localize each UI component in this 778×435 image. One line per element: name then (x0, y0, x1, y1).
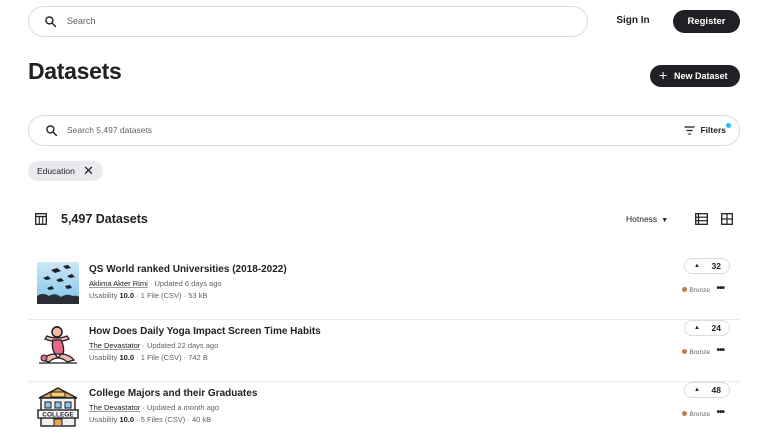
sort-label: Hotness (626, 214, 658, 224)
vote-count: 48 (711, 385, 721, 395)
more-options-icon[interactable]: ••• (716, 407, 724, 418)
dataset-row[interactable]: How Does Daily Yoga Impact Screen Time H… (28, 320, 740, 382)
vote-count: 32 (711, 261, 721, 271)
global-search-bar[interactable]: Search (28, 6, 588, 37)
bronze-medal-icon (682, 349, 688, 354)
global-search-placeholder: Search (67, 16, 96, 26)
graduation-caps-icon (37, 262, 79, 304)
dataset-row[interactable]: COLLEGE College Majors and their Graduat… (28, 382, 740, 435)
results-count: 5,497 Datasets (61, 212, 148, 226)
filter-active-dot (726, 123, 731, 128)
usability-score: 10.0 (119, 291, 135, 300)
close-icon[interactable]: ✕ (83, 161, 94, 180)
dataset-updated: · Updated a month ago (142, 403, 220, 412)
list-view-icon[interactable] (695, 213, 708, 225)
medal-label: Bronze (689, 287, 710, 294)
dataset-author[interactable]: The Devastator (89, 341, 140, 350)
dataset-search-placeholder: Search 5,497 datasets (67, 125, 153, 135)
dataset-author[interactable]: Aklima Akter Rimi (89, 279, 148, 288)
bronze-medal-icon (682, 411, 688, 416)
sort-dropdown[interactable]: Hotness ▼ (626, 214, 668, 224)
dataset-updated: · Updated 22 days ago (142, 341, 219, 350)
dataset-files: · 1 File (CSV) · 742 B (134, 353, 208, 362)
filter-chip-label: Education (37, 166, 75, 176)
medal-badge: Bronze (682, 411, 710, 418)
usability-label: Usability (89, 353, 120, 362)
dataset-usability: Usability 10.0 · 1 File (CSV) · 742 B (89, 353, 208, 362)
dataset-title[interactable]: QS World ranked Universities (2018-2022) (89, 264, 287, 275)
plus-icon: + (659, 67, 668, 83)
upvote-arrow-icon: ▲ (694, 263, 700, 269)
college-building-icon: COLLEGE (37, 386, 79, 428)
new-dataset-button[interactable]: + New Dataset (650, 65, 740, 87)
sign-in-button[interactable]: Sign In (605, 10, 661, 32)
dataset-meta: The Devastator · Updated a month ago (89, 403, 219, 412)
dataset-usability: Usability 10.0 · 5 Files (CSV) · 40 kB (89, 415, 211, 424)
filter-chip-education[interactable]: Education ✕ (28, 161, 103, 181)
upvote-arrow-icon: ▲ (694, 325, 700, 331)
usability-label: Usability (89, 291, 120, 300)
dataset-search-bar[interactable]: Search 5,497 datasets Filters (28, 115, 740, 146)
dataset-usability: Usability 10.0 · 1 File (CSV) · 53 kB (89, 291, 207, 300)
usability-score: 10.0 (119, 415, 135, 424)
upvote-button[interactable]: ▲ 48 (684, 382, 730, 398)
upvote-button[interactable]: ▲ 32 (684, 258, 730, 274)
more-options-icon[interactable]: ••• (716, 345, 724, 356)
filters-label: Filters (700, 125, 726, 135)
search-icon (45, 16, 57, 28)
register-button[interactable]: Register (673, 10, 740, 33)
yoga-pose-icon (37, 324, 79, 366)
medal-label: Bronze (689, 411, 710, 418)
dataset-files: · 5 Files (CSV) · 40 kB (134, 415, 212, 424)
table-icon (35, 213, 47, 225)
dataset-title[interactable]: College Majors and their Graduates (89, 388, 257, 399)
medal-label: Bronze (689, 349, 710, 356)
svg-text:COLLEGE: COLLEGE (42, 412, 74, 419)
vote-count: 24 (711, 323, 721, 333)
search-icon (46, 125, 58, 137)
dataset-files: · 1 File (CSV) · 53 kB (134, 291, 208, 300)
filters-button[interactable]: Filters (684, 123, 731, 135)
dataset-row[interactable]: QS World ranked Universities (2018-2022)… (28, 258, 740, 320)
medal-badge: Bronze (682, 287, 710, 294)
dataset-updated: · Updated 6 days ago (149, 279, 222, 288)
caret-down-icon: ▼ (661, 217, 669, 224)
dataset-author[interactable]: The Devastator (89, 403, 140, 412)
more-options-icon[interactable]: ••• (716, 283, 724, 294)
page-title: Datasets (28, 58, 122, 84)
bronze-medal-icon (682, 287, 688, 292)
dataset-title[interactable]: How Does Daily Yoga Impact Screen Time H… (89, 326, 321, 337)
dataset-meta: The Devastator · Updated 22 days ago (89, 341, 218, 350)
usability-label: Usability (89, 415, 120, 424)
filter-icon (684, 126, 695, 135)
upvote-button[interactable]: ▲ 24 (684, 320, 730, 336)
medal-badge: Bronze (682, 349, 710, 356)
usability-score: 10.0 (119, 353, 135, 362)
grid-view-icon[interactable] (721, 213, 733, 225)
new-dataset-label: New Dataset (674, 71, 728, 81)
dataset-meta: Aklima Akter Rimi · Updated 6 days ago (89, 279, 222, 288)
upvote-arrow-icon: ▲ (694, 387, 700, 393)
